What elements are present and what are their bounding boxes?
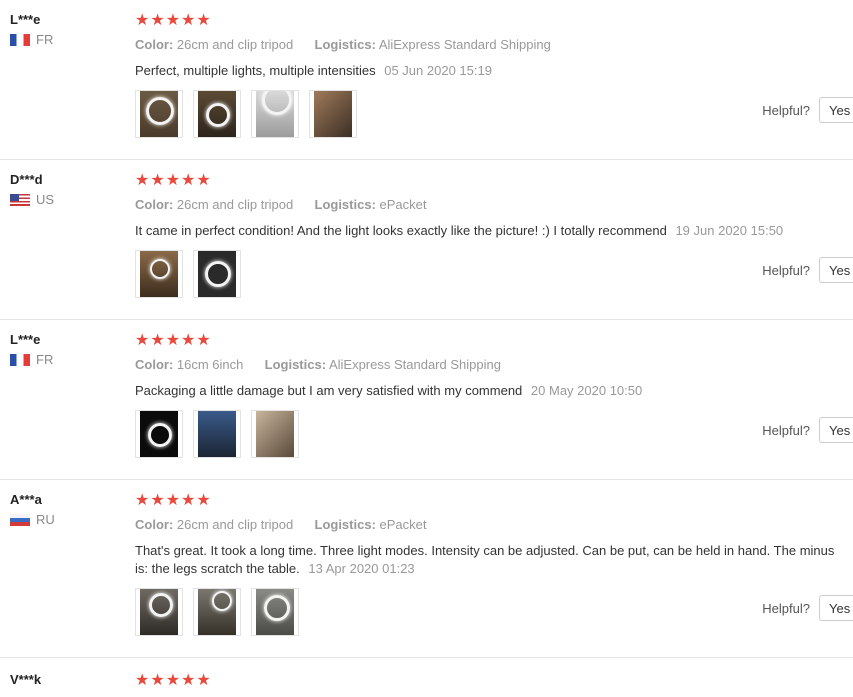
reviewer-country: FR bbox=[10, 32, 53, 47]
review-meta: Color: 26cm and clip tripod Logistics: A… bbox=[135, 37, 551, 52]
helpful-label: Helpful? bbox=[762, 600, 810, 616]
review-item: L***e FR ★★★★★ Color: 26cm and clip trip… bbox=[0, 0, 853, 160]
helpful-label: Helpful? bbox=[762, 262, 810, 278]
review-date: 19 Jun 2020 15:50 bbox=[675, 223, 784, 238]
feedback-content: It came in perfect condition! And the li… bbox=[135, 223, 667, 238]
review-item: D***d US ★★★★★ Color: 26cm and clip trip… bbox=[0, 160, 853, 320]
country-code: FR bbox=[36, 32, 54, 47]
reviewer-name: D***d bbox=[10, 172, 43, 187]
review-photo-thumbnail[interactable] bbox=[135, 250, 183, 298]
reviewer-country: FR bbox=[10, 352, 53, 367]
country-code: FR bbox=[36, 352, 54, 367]
helpful-vote: Helpful? Yes bbox=[762, 257, 853, 283]
feedback-content: Packaging a little damage but I am very … bbox=[135, 383, 523, 398]
color-label: Color: bbox=[135, 37, 174, 52]
review-photo-thumbnail[interactable] bbox=[193, 588, 241, 636]
logistics-value: ePacket bbox=[379, 197, 427, 212]
review-text: Perfect, multiple lights, multiple inten… bbox=[135, 62, 835, 80]
color-label: Color: bbox=[135, 357, 174, 372]
star-rating: ★★★★★ bbox=[135, 12, 212, 29]
country-code: US bbox=[36, 192, 55, 207]
helpful-label: Helpful? bbox=[762, 102, 810, 118]
helpful-yes-button[interactable]: Yes bbox=[819, 417, 853, 443]
logistics-label: Logistics: bbox=[264, 357, 327, 372]
flag-fr-icon bbox=[10, 353, 30, 366]
review-item: V***k ★★★★★ bbox=[0, 658, 853, 697]
review-item: L***e FR ★★★★★ Color: 16cm 6inch Logisti… bbox=[0, 320, 853, 480]
review-photos bbox=[135, 90, 367, 138]
reviewer-name: V***k bbox=[10, 672, 42, 687]
logistics-value: AliExpress Standard Shipping bbox=[378, 37, 551, 52]
reviewer-country: RU bbox=[10, 512, 55, 527]
review-text: That's great. It took a long time. Three… bbox=[135, 542, 835, 578]
reviewer-name: A***a bbox=[10, 492, 42, 507]
review-date: 13 Apr 2020 01:23 bbox=[308, 561, 415, 576]
review-photos bbox=[135, 250, 251, 298]
flag-us-icon bbox=[10, 193, 30, 206]
star-rating: ★★★★★ bbox=[135, 332, 212, 349]
review-item: A***a RU ★★★★★ Color: 26cm and clip trip… bbox=[0, 480, 853, 658]
feedback-content: That's great. It took a long time. Three… bbox=[135, 543, 835, 576]
color-value: 26cm and clip tripod bbox=[176, 37, 294, 52]
logistics-value: ePacket bbox=[379, 517, 427, 532]
flag-fr-icon bbox=[10, 33, 30, 46]
review-date: 05 Jun 2020 15:19 bbox=[384, 63, 492, 78]
review-text: It came in perfect condition! And the li… bbox=[135, 222, 835, 240]
color-value: 26cm and clip tripod bbox=[176, 197, 294, 212]
reviewer-name: L***e bbox=[10, 12, 41, 27]
helpful-yes-button[interactable]: Yes bbox=[819, 257, 853, 283]
review-meta: Color: 26cm and clip tripod Logistics: e… bbox=[135, 517, 427, 532]
review-photo-thumbnail[interactable] bbox=[251, 90, 299, 138]
review-photos bbox=[135, 588, 309, 636]
logistics-label: Logistics: bbox=[314, 37, 376, 52]
review-text: Packaging a little damage but I am very … bbox=[135, 382, 835, 400]
helpful-vote: Helpful? Yes bbox=[762, 97, 853, 123]
feedback-content: Perfect, multiple lights, multiple inten… bbox=[135, 63, 376, 78]
review-photo-thumbnail[interactable] bbox=[193, 90, 241, 138]
review-photo-thumbnail[interactable] bbox=[251, 410, 299, 458]
reviewer-country: US bbox=[10, 192, 54, 207]
country-code: RU bbox=[36, 512, 55, 527]
helpful-vote: Helpful? Yes bbox=[762, 417, 853, 443]
helpful-label: Helpful? bbox=[762, 422, 810, 438]
helpful-yes-button[interactable]: Yes bbox=[819, 595, 853, 621]
helpful-yes-button[interactable]: Yes bbox=[819, 97, 853, 123]
logistics-value: AliExpress Standard Shipping bbox=[328, 357, 501, 372]
review-photo-thumbnail[interactable] bbox=[309, 90, 357, 138]
star-rating: ★★★★★ bbox=[135, 492, 212, 509]
review-date: 20 May 2020 10:50 bbox=[530, 383, 643, 398]
logistics-label: Logistics: bbox=[314, 517, 376, 532]
review-photo-thumbnail[interactable] bbox=[193, 250, 241, 298]
star-rating: ★★★★★ bbox=[135, 672, 212, 689]
logistics-label: Logistics: bbox=[314, 197, 376, 212]
review-photos bbox=[135, 410, 309, 458]
review-photo-thumbnail[interactable] bbox=[135, 90, 183, 138]
color-label: Color: bbox=[135, 197, 174, 212]
review-photo-thumbnail[interactable] bbox=[135, 588, 183, 636]
review-meta: Color: 16cm 6inch Logistics: AliExpress … bbox=[135, 357, 501, 372]
review-meta: Color: 26cm and clip tripod Logistics: e… bbox=[135, 197, 427, 212]
color-value: 26cm and clip tripod bbox=[176, 517, 294, 532]
reviewer-name: L***e bbox=[10, 332, 41, 347]
helpful-vote: Helpful? Yes bbox=[762, 595, 853, 621]
review-photo-thumbnail[interactable] bbox=[193, 410, 241, 458]
star-rating: ★★★★★ bbox=[135, 172, 212, 189]
color-label: Color: bbox=[135, 517, 174, 532]
color-value: 16cm 6inch bbox=[176, 357, 244, 372]
flag-ru-icon bbox=[10, 513, 30, 526]
review-photo-thumbnail[interactable] bbox=[135, 410, 183, 458]
review-photo-thumbnail[interactable] bbox=[251, 588, 299, 636]
